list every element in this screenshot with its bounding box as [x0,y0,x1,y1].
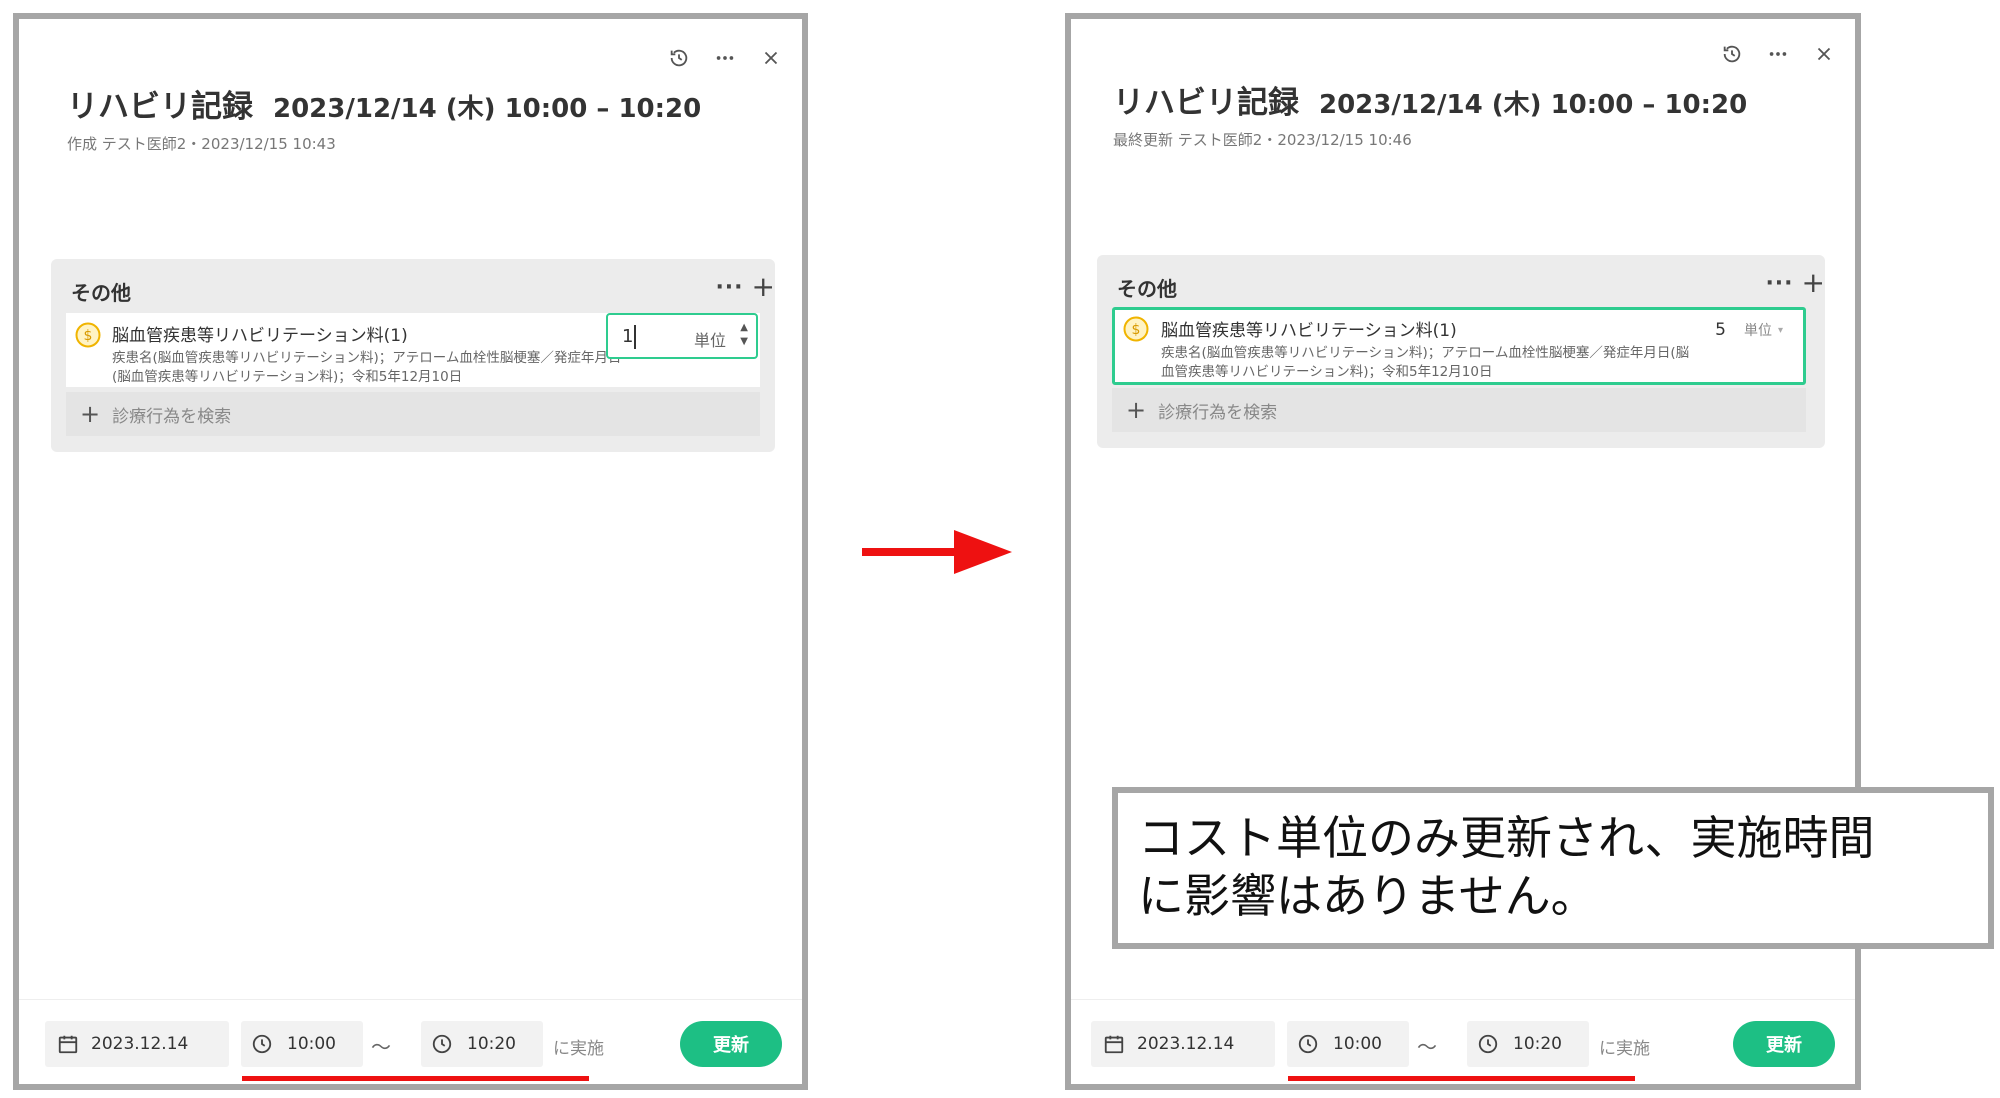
page-title: リハビリ記録 [1113,85,1299,121]
procedure-detail: 疾患名(脳血管疾患等リハビリテーション料)；アテローム血栓性脳梗塞／発症年月日(… [112,350,622,385]
annotation-callout: コスト単位のみ更新され、実施時間 に影響はありません。 [1112,787,1994,949]
end-time-value: 10:20 [467,1034,516,1054]
procedure-item[interactable]: $ 脳血管疾患等リハビリテーション料(1) 疾患名(脳血管疾患等リハビリテーショ… [66,313,760,387]
callout-line-1: コスト単位のみ更新され、実施時間 [1138,811,1875,865]
svg-text:$: $ [84,328,93,344]
more-icon [716,56,734,60]
plus-icon: + [80,400,101,428]
calendar-icon [58,1035,78,1054]
history-button[interactable] [1715,37,1749,71]
procedure-search[interactable]: + 診療行為を検索 [1112,388,1806,432]
start-time-field[interactable]: 10:00 [1287,1021,1409,1067]
procedure-search-label: 診療行為を検索 [1158,402,1278,423]
highlight-underline [242,1076,589,1081]
update-button[interactable]: 更新 [680,1021,782,1067]
history-button[interactable] [662,41,696,75]
procedure-search-label: 診療行為を検索 [112,406,232,427]
units-value: 1 [622,326,634,347]
section-add-button[interactable]: + [1802,269,1825,297]
title-row: リハビリ記録 2023/12/14 (木) 10:00 – 10:20 [1113,77,1747,122]
start-time-field[interactable]: 10:00 [241,1021,363,1067]
title-row: リハビリ記録 2023/12/14 (木) 10:00 – 10:20 [67,81,701,126]
panel-toolbar [662,41,788,75]
performed-suffix: に実施 [1599,1039,1650,1059]
record-panel-before: リハビリ記録 2023/12/14 (木) 10:00 – 10:20 作成 テ… [13,13,808,1090]
start-time-value: 10:00 [287,1034,336,1054]
end-time-field[interactable]: 10:20 [1467,1021,1589,1067]
units-label: 単位 [693,331,726,350]
date-field[interactable]: 2023.12.14 [45,1021,229,1067]
plus-icon: + [1126,396,1147,424]
clock-icon [252,1034,272,1054]
record-datetime: 2023/12/14 (木) 10:00 – 10:20 [273,94,702,124]
clock-icon [432,1034,452,1054]
update-button[interactable]: 更新 [1733,1021,1835,1067]
clock-icon [1298,1034,1318,1054]
section-more-button[interactable]: ··· [715,275,743,300]
units-value: 5 [1715,320,1726,340]
close-icon [1817,47,1831,61]
chevron-down-icon: ▾ [1777,324,1783,336]
performed-suffix: に実施 [553,1039,604,1059]
clock-icon [1478,1034,1498,1054]
time-separator: ～ [1417,1035,1437,1059]
procedure-search[interactable]: + 診療行為を検索 [66,392,760,436]
date-value: 2023.12.14 [91,1034,189,1054]
footer-divider [19,999,802,1000]
text-caret [634,325,636,349]
units-stepper[interactable]: ▲ ▼ [740,321,748,349]
procedure-name: 脳血管疾患等リハビリテーション料(1) [112,326,408,346]
section-more-button[interactable]: ··· [1765,271,1793,296]
record-meta: 最終更新 テスト医師2・2023/12/15 10:46 [1113,131,1412,149]
panel-toolbar [1715,37,1841,71]
units-display[interactable]: 5 単位 ▾ [1715,320,1783,340]
callout-line-2: に影響はありません。 [1138,869,1597,923]
section-tools: ··· + [1765,269,1825,297]
procedure-name: 脳血管疾患等リハビリテーション料(1) [1161,321,1457,341]
units-input[interactable]: 1 単位 ▲ ▼ [606,313,758,359]
section-other: その他 ··· + $ 脳血管疾患等リハビリテーション料(1) 疾患名(脳血管疾… [1097,255,1825,448]
end-time-field[interactable]: 10:20 [421,1021,543,1067]
close-button[interactable] [1807,37,1841,71]
close-icon [764,51,778,65]
record-meta: 作成 テスト医師2・2023/12/15 10:43 [67,135,336,153]
date-value: 2023.12.14 [1137,1034,1235,1054]
record-footer: 2023.12.14 10:00 ～ 10:20 に実施 更新 [1091,1021,1835,1081]
section-tools: ··· + [715,273,775,301]
more-button[interactable] [1761,37,1795,71]
history-icon [1723,45,1741,63]
section-other: その他 ··· + $ 脳血管疾患等リハビリテーション料(1) 疾患名(脳血管疾… [51,259,775,452]
close-button[interactable] [754,41,788,75]
calendar-icon [1104,1035,1124,1054]
footer-divider [1071,999,1855,1000]
coin-icon: $ [75,322,101,348]
more-button[interactable] [708,41,742,75]
record-footer: 2023.12.14 10:00 ～ 10:20 に実施 更新 [45,1021,782,1081]
page-title: リハビリ記録 [67,89,253,125]
end-time-value: 10:20 [1513,1034,1562,1054]
procedure-item[interactable]: $ 脳血管疾患等リハビリテーション料(1) 疾患名(脳血管疾患等リハビリテーショ… [1112,307,1806,385]
time-separator: ～ [371,1035,391,1059]
date-field[interactable]: 2023.12.14 [1091,1021,1275,1067]
history-icon [670,49,688,67]
section-add-button[interactable]: + [752,273,775,301]
section-title: その他 [71,281,131,305]
more-icon [1769,52,1787,56]
procedure-detail: 疾患名(脳血管疾患等リハビリテーション料)；アテローム血栓性脳梗塞／発症年月日(… [1161,345,1690,380]
svg-text:$: $ [1132,322,1141,338]
units-label: 単位 [1743,323,1772,339]
record-datetime: 2023/12/14 (木) 10:00 – 10:20 [1319,90,1748,120]
arrow-right-icon [862,530,1012,574]
start-time-value: 10:00 [1333,1034,1382,1054]
highlight-underline [1288,1076,1635,1081]
coin-icon: $ [1123,316,1149,342]
section-title: その他 [1117,277,1177,301]
